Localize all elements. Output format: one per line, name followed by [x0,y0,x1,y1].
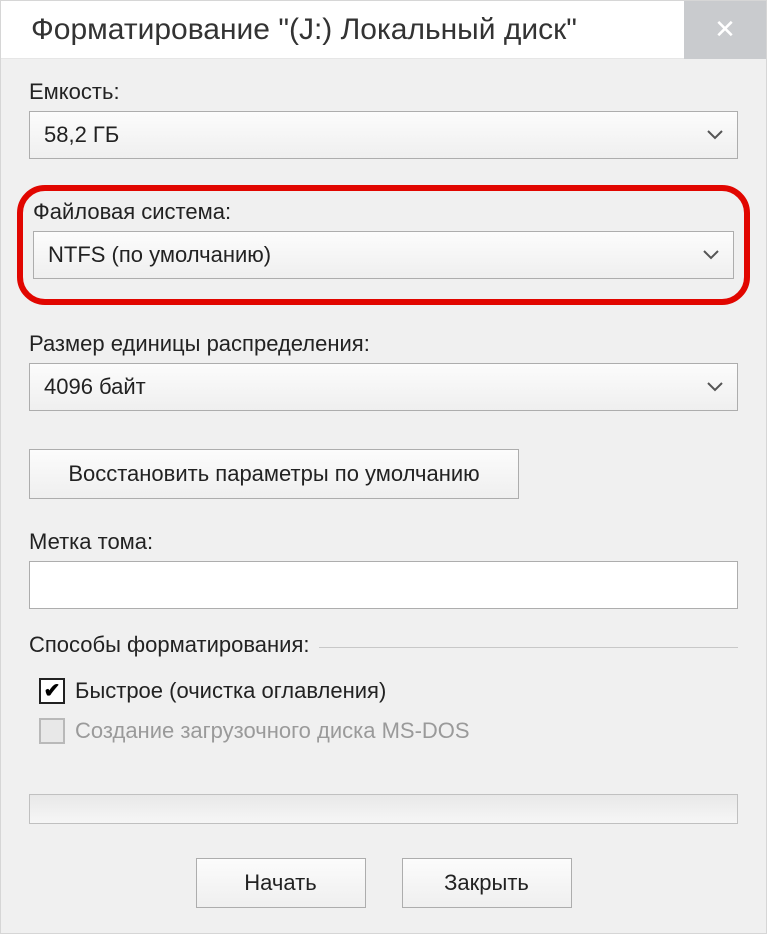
allocation-value: 4096 байт [44,374,146,400]
filesystem-highlight: Файловая система: NTFS (по умолчанию) [17,185,750,305]
allocation-dropdown[interactable]: 4096 байт [29,363,738,411]
dialog-content: Емкость: 58,2 ГБ Файловая система: NTFS … [1,59,766,933]
volume-label-label: Метка тома: [29,529,738,555]
titlebar: Форматирование "(J:) Локальный диск" ✕ [1,1,766,59]
restore-defaults-button[interactable]: Восстановить параметры по умолчанию [29,449,519,499]
format-progress-bar [29,794,738,824]
action-buttons: Начать Закрыть [29,858,738,908]
capacity-value: 58,2 ГБ [44,122,119,148]
close-button[interactable]: Закрыть [402,858,572,908]
chevron-down-icon [703,250,719,260]
close-window-button[interactable]: ✕ [684,1,766,59]
allocation-field: Размер единицы распределения: 4096 байт [29,331,738,411]
close-icon: ✕ [714,14,736,45]
chevron-down-icon [707,130,723,140]
msdos-row: Создание загрузочного диска MS-DOS [29,718,738,744]
filesystem-field: Файловая система: NTFS (по умолчанию) [33,199,734,279]
volume-label-field: Метка тома: [29,529,738,609]
format-options-fieldset: Способы форматирования: Быстрое (очистка… [29,647,738,766]
msdos-label: Создание загрузочного диска MS-DOS [75,718,470,744]
chevron-down-icon [707,382,723,392]
filesystem-value: NTFS (по умолчанию) [48,242,271,268]
format-dialog: Форматирование "(J:) Локальный диск" ✕ Е… [0,0,767,934]
quickformat-checkbox[interactable] [39,678,65,704]
filesystem-dropdown[interactable]: NTFS (по умолчанию) [33,231,734,279]
msdos-checkbox [39,718,65,744]
allocation-label: Размер единицы распределения: [29,331,738,357]
start-button[interactable]: Начать [196,858,366,908]
quickformat-label: Быстрое (очистка оглавления) [75,678,386,704]
window-title: Форматирование "(J:) Локальный диск" [31,13,577,47]
format-options-legend: Способы форматирования: [29,632,319,658]
capacity-label: Емкость: [29,79,738,105]
capacity-dropdown[interactable]: 58,2 ГБ [29,111,738,159]
quickformat-row[interactable]: Быстрое (очистка оглавления) [29,678,738,704]
volume-label-input[interactable] [29,561,738,609]
capacity-field: Емкость: 58,2 ГБ [29,79,738,159]
filesystem-label: Файловая система: [33,199,734,225]
